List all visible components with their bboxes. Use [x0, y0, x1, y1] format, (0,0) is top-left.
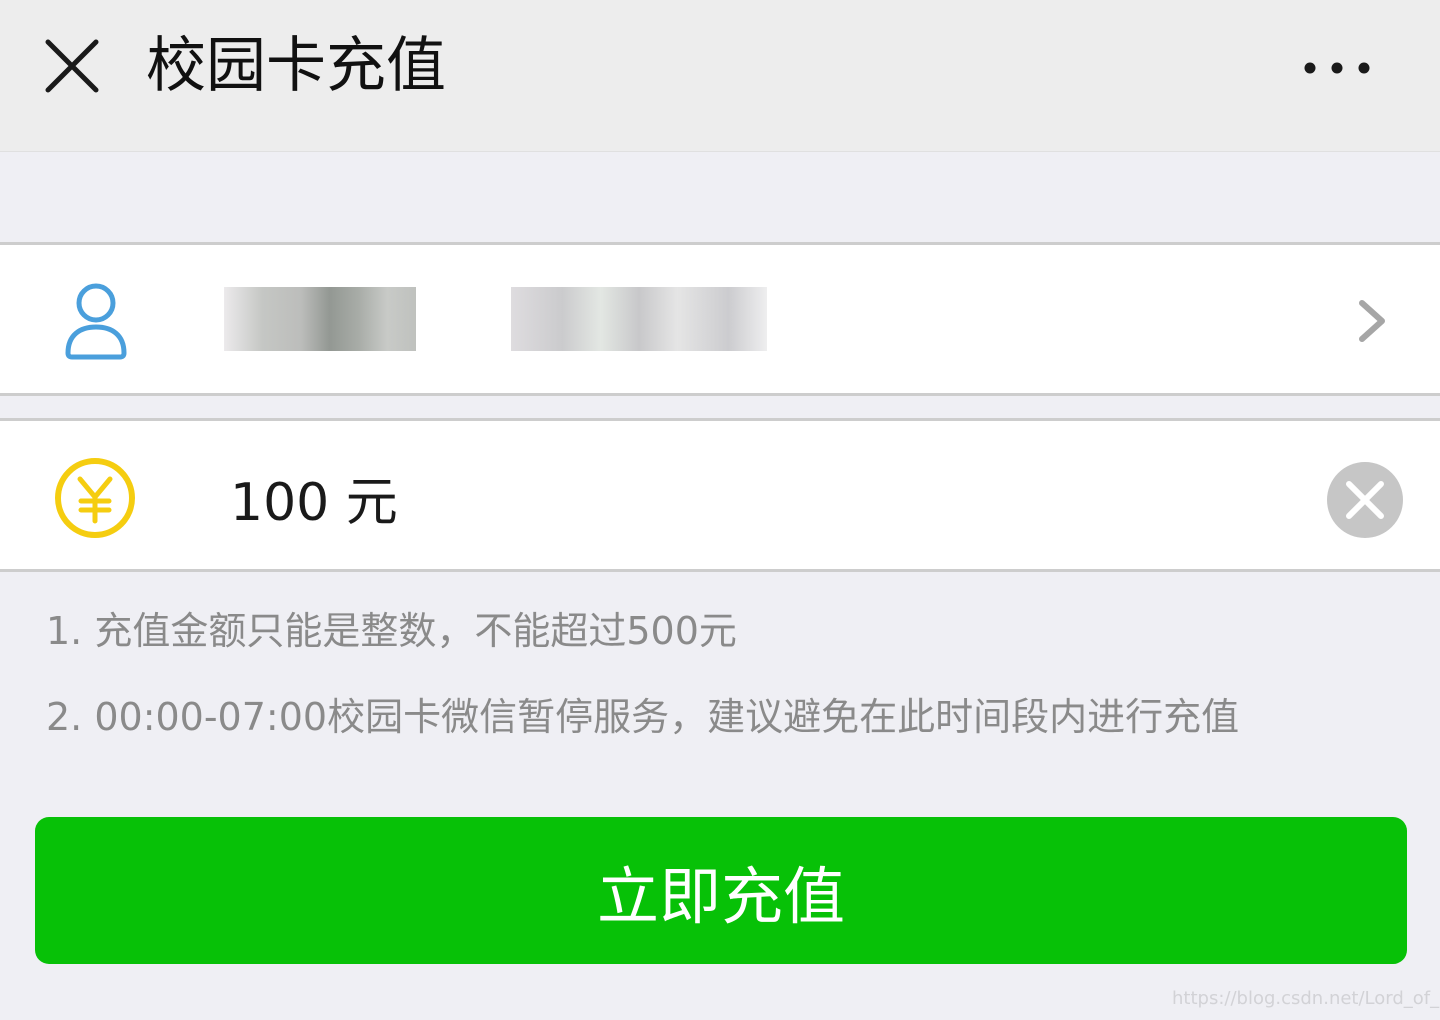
nav-bar: 校园卡充值	[0, 0, 1440, 152]
amount-input[interactable]	[230, 465, 1230, 529]
user-icon	[58, 279, 134, 363]
amount-row	[0, 418, 1440, 572]
yen-icon	[52, 455, 138, 541]
page-title: 校园卡充值	[146, 31, 446, 101]
account-id-blurred	[511, 287, 767, 351]
account-name-blurred	[224, 287, 416, 351]
more-icon[interactable]	[1296, 50, 1380, 86]
watermark: https://blog.csdn.net/Lord_of_Cinder	[1172, 988, 1440, 1009]
note-service-hours: 2. 00:00-07:00校园卡微信暂停服务，建议避免在此时间段内进行充值	[46, 695, 1240, 739]
account-row[interactable]	[0, 242, 1440, 396]
close-icon[interactable]	[40, 34, 104, 98]
chevron-right-icon	[1352, 297, 1392, 345]
note-integer-limit: 1. 充值金额只能是整数，不能超过500元	[46, 609, 737, 653]
recharge-button[interactable]: 立即充值	[35, 817, 1407, 964]
clear-icon[interactable]	[1326, 461, 1404, 539]
